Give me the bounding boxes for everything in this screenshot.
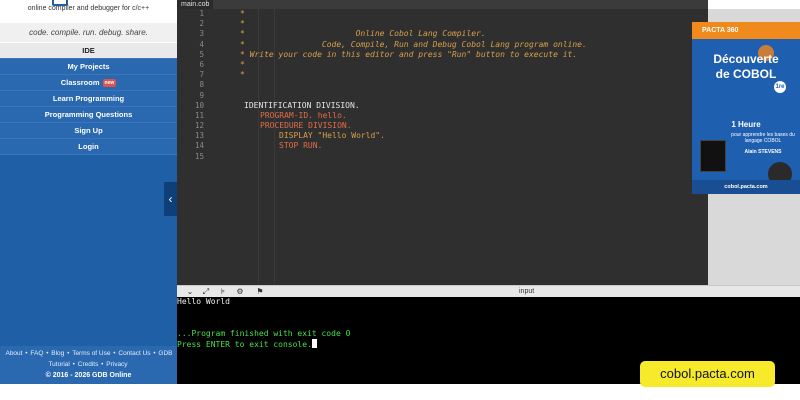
sidebar-item-label: My Projects <box>67 62 110 71</box>
line-number: 9 <box>199 90 204 100</box>
line-number: 2 <box>199 19 204 29</box>
footer-links: About • FAQ • Blog • Terms of Use • Cont… <box>5 350 173 368</box>
console-line: Hello World <box>177 297 230 306</box>
ad-book-image <box>700 140 726 172</box>
ad-url: cobol.pacta.com <box>724 184 768 190</box>
ad-title-line-1: Découverte <box>713 52 779 66</box>
collapse-sidebar-icon[interactable]: ‹ <box>164 182 177 216</box>
sidebar-footer: About • FAQ • Blog • Terms of Use • Cont… <box>0 346 177 384</box>
sidebar-item-label: IDE <box>82 46 95 55</box>
code-line: IDENTIFICATION DIVISION. <box>244 100 360 110</box>
sidebar-header: online compiler and debugger for c/c++ c… <box>0 0 177 43</box>
sidebar-item-label: Sign Up <box>74 126 103 135</box>
sidebar-item-my-projects[interactable]: My Projects <box>0 59 177 75</box>
line-number: 15 <box>194 151 204 161</box>
sidebar-item-sign-up[interactable]: Sign Up <box>0 123 177 139</box>
cobol-course-ad[interactable]: PACTA 360 Découverte de COBOL 1re 1 Heur… <box>692 22 800 194</box>
footer-link-about[interactable]: About <box>5 350 22 357</box>
line-number: 3 <box>199 29 204 39</box>
sidebar-nav: IDE My Projects Classroom new Learn Progr… <box>0 43 177 155</box>
sidebar-item-programming-questions[interactable]: Programming Questions <box>0 107 177 123</box>
line-number: 6 <box>199 59 204 69</box>
copyright: © 2016 - 2026 GDB Online <box>45 372 132 379</box>
line-number: 14 <box>194 141 204 151</box>
line-number: 8 <box>199 80 204 90</box>
line-number: 11 <box>194 110 204 120</box>
tab-main-cob[interactable]: main.cob <box>177 0 214 9</box>
sidebar-item-label: Programming Questions <box>44 110 133 119</box>
ad-footer: cobol.pacta.com <box>692 180 800 194</box>
line-number-gutter: 1 2 3 4 5 6 7 8 9 10 11 12 13 14 15 <box>177 9 207 285</box>
ad-edition-badge: 1re <box>774 81 786 93</box>
code-line: * <box>240 9 245 18</box>
code-content[interactable]: * * * Online Cobol Lang Compiler. * Code… <box>233 9 703 162</box>
line-number: 4 <box>199 39 204 49</box>
console-line: Press ENTER to exit console. <box>177 339 317 350</box>
console-cursor <box>311 339 317 348</box>
code-line: * Online Cobol Lang Compiler. <box>240 29 486 39</box>
footer-link-contact[interactable]: Contact Us <box>118 350 150 357</box>
code-line: * Write your code in this editor and pre… <box>240 49 578 59</box>
sidebar-item-classroom[interactable]: Classroom new <box>0 75 177 91</box>
line-number: 5 <box>199 49 204 59</box>
sidebar-item-label: Classroom <box>60 78 100 87</box>
motto: code. compile. run. debug. share. <box>0 23 177 42</box>
code-line: PROCEDURE DIVISION. <box>260 121 352 131</box>
sidebar-item-learn-programming[interactable]: Learn Programming <box>0 91 177 107</box>
line-number: 12 <box>194 121 204 131</box>
footer-link-terms[interactable]: Terms of Use <box>72 350 110 357</box>
line-number: 7 <box>199 70 204 80</box>
footer-link-privacy[interactable]: Privacy <box>106 361 127 368</box>
new-badge: new <box>102 79 117 88</box>
sidebar-item-login[interactable]: Login <box>0 139 177 155</box>
footer-link-blog[interactable]: Blog <box>51 350 64 357</box>
code-line: STOP RUN. <box>279 141 323 151</box>
ad-brand: PACTA 360 <box>692 22 800 39</box>
sidebar-item-label: Login <box>78 142 99 151</box>
footer-link-faq[interactable]: FAQ <box>30 350 43 357</box>
tagline: online compiler and debugger for c/c++ <box>27 5 150 12</box>
watermark-badge: cobol.pacta.com <box>640 361 775 387</box>
ad-author: Alain STEVENS <box>744 149 782 155</box>
sidebar: online compiler and debugger for c/c++ c… <box>0 0 177 384</box>
sidebar-item-ide[interactable]: IDE <box>0 43 177 59</box>
ad-title: Découverte de COBOL <box>692 52 800 82</box>
code-editor[interactable]: 1 2 3 4 5 6 7 8 9 10 11 12 13 14 15 * * … <box>177 9 708 285</box>
code-line: DISPLAY "Hello World". <box>279 131 385 141</box>
code-line: * <box>240 59 245 69</box>
code-line: * <box>240 70 245 80</box>
ad-hours: 1 Heure <box>731 120 761 129</box>
editor-tab-bar: main.cob <box>177 0 708 9</box>
line-number: 10 <box>194 100 204 110</box>
footer-link-credits[interactable]: Credits <box>78 361 99 368</box>
ad-subtitle: pour apprendre les bases du langage COBO… <box>731 132 795 144</box>
sidebar-item-label: Learn Programming <box>52 94 125 103</box>
console-line: ...Program finished with exit code 0 <box>177 329 351 338</box>
ad-title-line-2: de COBOL <box>715 67 777 81</box>
console-prompt: Press ENTER to exit console. <box>177 340 312 349</box>
code-line: * Code, Compile, Run and Debug Cobol Lan… <box>240 39 587 49</box>
code-line: * <box>240 19 245 29</box>
console-toolbar: ⌄ ⤢ ⊧ ⚙ ⚑ input <box>177 285 800 297</box>
code-line: PROGRAM-ID. hello. <box>260 110 347 120</box>
line-number: 1 <box>199 9 204 18</box>
line-number: 13 <box>194 131 204 141</box>
